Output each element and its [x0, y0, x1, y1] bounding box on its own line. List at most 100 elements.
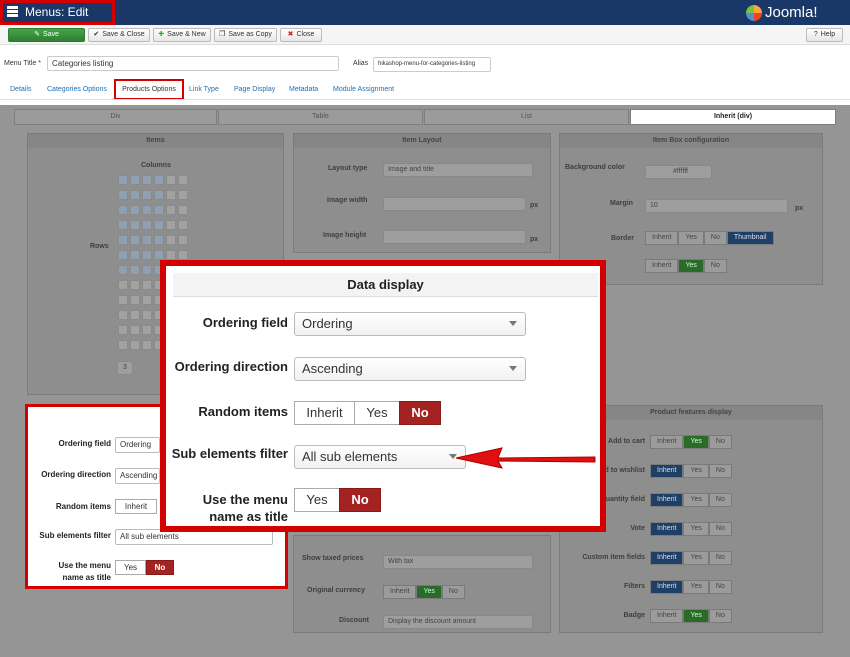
grid-cell[interactable]: [154, 235, 164, 245]
grid-cell[interactable]: [118, 250, 128, 260]
feature-option[interactable]: Yes: [683, 464, 709, 478]
grid-cell[interactable]: [166, 250, 176, 260]
grid-cell[interactable]: [142, 175, 152, 185]
border-no[interactable]: No: [703, 231, 727, 245]
feature-toggle[interactable]: Inherit Yes No: [650, 493, 732, 507]
tab-products-options[interactable]: Products Options: [114, 79, 184, 100]
grid-cell[interactable]: [118, 235, 128, 245]
layout-tab-table[interactable]: Table: [218, 109, 423, 125]
tab-page-display[interactable]: Page Display: [234, 85, 275, 95]
feature-option[interactable]: Inherit: [650, 580, 684, 594]
grid-cell[interactable]: [142, 295, 152, 305]
grid-cell[interactable]: [142, 310, 152, 320]
grid-cell[interactable]: [166, 205, 176, 215]
alias-input[interactable]: hikashop-menu-for-categories-listing: [373, 57, 491, 72]
corners-no[interactable]: No: [703, 259, 727, 273]
grid-cell[interactable]: [118, 220, 128, 230]
grid-cell[interactable]: [178, 175, 188, 185]
ordering-direction-select[interactable]: Ascending: [294, 357, 526, 381]
feature-option[interactable]: No: [708, 609, 732, 623]
tab-metadata[interactable]: Metadata: [289, 85, 318, 95]
feature-toggle[interactable]: Inherit Yes No: [650, 464, 732, 478]
grid-cell[interactable]: [154, 250, 164, 260]
corners-inherit[interactable]: Inherit: [645, 259, 679, 273]
grid-cell[interactable]: [178, 250, 188, 260]
grid-cell[interactable]: [118, 265, 128, 275]
feature-option[interactable]: No: [708, 580, 732, 594]
ordering-field-select[interactable]: Ordering: [294, 312, 526, 336]
border-yes[interactable]: Yes: [678, 231, 704, 245]
feature-option[interactable]: Inherit: [650, 435, 684, 449]
small-ordering-field-select[interactable]: Ordering: [115, 437, 160, 453]
feature-option[interactable]: Yes: [683, 609, 709, 623]
rows-value-input[interactable]: 3: [117, 361, 133, 375]
save-new-button[interactable]: ✚ Save & New: [153, 28, 211, 42]
close-button[interactable]: ✖ Close: [280, 28, 322, 42]
grid-cell[interactable]: [142, 250, 152, 260]
small-menu-name-no[interactable]: No: [146, 560, 174, 575]
help-button[interactable]: ? Help: [806, 28, 843, 42]
grid-cell[interactable]: [130, 280, 140, 290]
grid-cell[interactable]: [118, 190, 128, 200]
currency-no[interactable]: No: [441, 585, 465, 599]
grid-cell[interactable]: [118, 205, 128, 215]
layout-tab-list[interactable]: List: [424, 109, 629, 125]
feature-option[interactable]: Inherit: [650, 493, 684, 507]
grid-cell[interactable]: [118, 280, 128, 290]
grid-cell[interactable]: [142, 325, 152, 335]
corners-yes[interactable]: Yes: [678, 259, 704, 273]
grid-cell[interactable]: [142, 205, 152, 215]
grid-cell[interactable]: [130, 220, 140, 230]
feature-option[interactable]: Yes: [683, 580, 709, 594]
menu-name-title-yes[interactable]: Yes: [294, 488, 340, 512]
random-items-yes[interactable]: Yes: [354, 401, 400, 425]
grid-cell[interactable]: [154, 190, 164, 200]
tab-link-type[interactable]: Link Type: [189, 85, 219, 95]
border-thumbnail[interactable]: Thumbnail: [726, 231, 774, 245]
grid-cell[interactable]: [142, 280, 152, 290]
tab-details[interactable]: Details: [10, 85, 31, 95]
small-random-inherit[interactable]: Inherit: [115, 499, 157, 514]
grid-cell[interactable]: [178, 190, 188, 200]
feature-toggle[interactable]: Inherit Yes No: [650, 435, 732, 449]
layout-tab-inherit[interactable]: Inherit (div): [630, 109, 836, 125]
grid-cell[interactable]: [118, 310, 128, 320]
feature-option[interactable]: Yes: [683, 522, 709, 536]
image-width-input[interactable]: [383, 197, 526, 211]
grid-cell[interactable]: [178, 235, 188, 245]
feature-option[interactable]: No: [708, 551, 732, 565]
save-close-button[interactable]: ✔ Save & Close: [88, 28, 150, 42]
grid-cell[interactable]: [130, 325, 140, 335]
grid-cell[interactable]: [142, 265, 152, 275]
save-button[interactable]: ✎ Save: [8, 28, 85, 42]
small-menu-name-yes[interactable]: Yes: [115, 560, 146, 575]
grid-cell[interactable]: [130, 295, 140, 305]
feature-option[interactable]: Yes: [683, 551, 709, 565]
grid-cell[interactable]: [166, 190, 176, 200]
feature-toggle[interactable]: Inherit Yes No: [650, 580, 732, 594]
grid-cell[interactable]: [166, 220, 176, 230]
border-toggle[interactable]: Inherit Yes No Thumbnail: [645, 231, 774, 245]
grid-cell[interactable]: [166, 235, 176, 245]
grid-cell[interactable]: [130, 235, 140, 245]
feature-option[interactable]: No: [708, 522, 732, 536]
feature-option[interactable]: Inherit: [650, 522, 684, 536]
feature-option[interactable]: Yes: [683, 435, 709, 449]
currency-yes[interactable]: Yes: [416, 585, 442, 599]
feature-option[interactable]: Inherit: [650, 464, 684, 478]
random-items-no[interactable]: No: [399, 401, 441, 425]
grid-cell[interactable]: [118, 175, 128, 185]
feature-option[interactable]: Inherit: [650, 609, 684, 623]
taxed-select[interactable]: With tax: [383, 555, 533, 569]
grid-cell[interactable]: [154, 175, 164, 185]
grid-cell[interactable]: [178, 205, 188, 215]
grid-cell[interactable]: [130, 250, 140, 260]
currency-toggle[interactable]: Inherit Yes No: [383, 585, 465, 599]
currency-inherit[interactable]: Inherit: [383, 585, 417, 599]
feature-option[interactable]: No: [708, 435, 732, 449]
feature-option[interactable]: Inherit: [650, 551, 684, 565]
grid-cell[interactable]: [130, 205, 140, 215]
feature-option[interactable]: Yes: [683, 493, 709, 507]
grid-cell[interactable]: [178, 220, 188, 230]
grid-cell[interactable]: [142, 220, 152, 230]
